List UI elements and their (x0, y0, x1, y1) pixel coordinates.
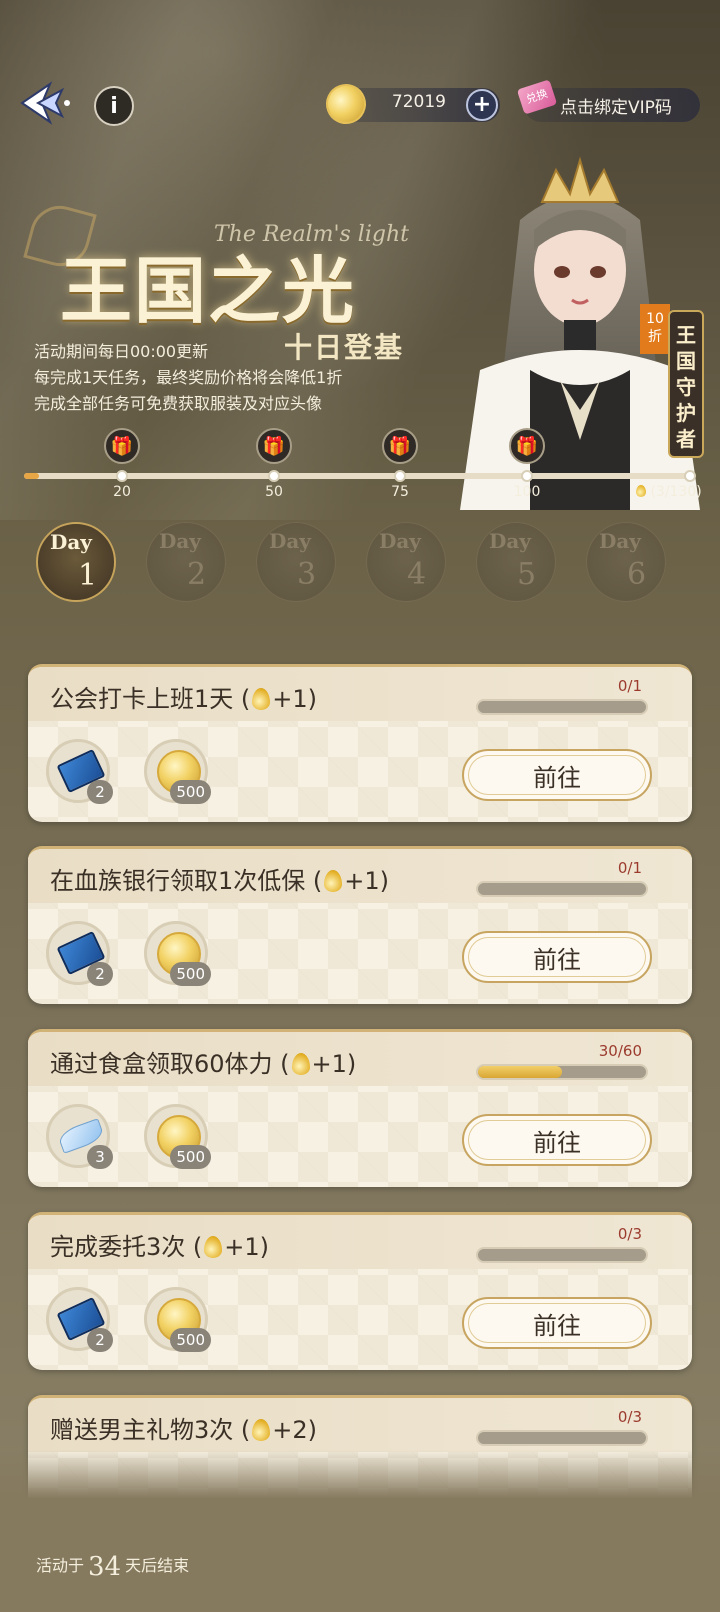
reward-item[interactable]: 2 (46, 739, 113, 804)
milestone-gift-icon[interactable]: 🎁 (509, 428, 545, 464)
drop-icon (636, 485, 646, 497)
milestone-dot (268, 470, 280, 482)
task-count: 0/3 (617, 1225, 642, 1243)
add-coins-button[interactable]: + (466, 89, 498, 121)
outfit-title-badge[interactable]: 王国守护者 (668, 310, 704, 458)
milestone-label: 20 (113, 484, 131, 500)
task-count: 30/60 (598, 1042, 642, 1060)
event-desc-line: 活动期间每日00:00更新 (34, 342, 209, 361)
go-button[interactable]: 前往 (462, 931, 652, 983)
milestone-label: 50 (265, 484, 283, 500)
day-number: 5 (517, 557, 537, 592)
reward-item[interactable]: 500 (144, 739, 211, 804)
day-number: 6 (627, 557, 647, 592)
back-arrow-icon[interactable] (20, 80, 74, 126)
milestone-dot (684, 470, 696, 482)
task-count: 0/1 (617, 859, 642, 877)
task-progress-bar (476, 1064, 648, 1080)
event-subtitle: 十日登基 (284, 331, 405, 364)
event-desc-line: 完成全部任务可免费获取服装及对应头像 (34, 394, 323, 413)
reward-item[interactable]: 500 (144, 1104, 211, 1169)
task-progress-bar (476, 881, 648, 897)
discount-badge: 10折 (640, 304, 670, 354)
milestone-gift-icon[interactable]: 🎁 (256, 428, 292, 464)
task-progress-fill (478, 1066, 562, 1078)
drop-icon (252, 1419, 271, 1441)
task-card: 公会打卡上班1天 (+1) 0/1 2 500 前往 (28, 664, 692, 822)
task-count: 0/3 (617, 1408, 642, 1426)
task-progress-bar (476, 1430, 648, 1446)
task-card: 通过食盒领取60体力 (+1) 30/60 3 500 前往 (28, 1029, 692, 1187)
reward-qty: 3 (87, 1145, 113, 1169)
go-button[interactable]: 前往 (462, 1114, 652, 1166)
vip-bind-label[interactable]: 点击绑定VIP码 (560, 93, 672, 118)
day-word: Day (269, 529, 311, 553)
tab-day-1[interactable]: Day 1 (36, 522, 116, 602)
task-title: 在血族银行领取1次低保 (+1) (50, 867, 390, 895)
reward-qty: 2 (87, 1328, 113, 1352)
event-title: 王国之光 (60, 248, 357, 333)
drop-icon (324, 870, 343, 892)
reward-qty: 2 (87, 780, 113, 804)
tab-day-3[interactable]: Day 3 (256, 522, 336, 602)
task-card: 在血族银行领取1次低保 (+1) 0/1 2 500 前往 (28, 846, 692, 1004)
event-desc-line: 每完成1天任务，最终奖励价格将会降低1折 (34, 368, 343, 387)
day-number: 4 (407, 557, 427, 592)
task-title: 完成委托3次 (+1) (50, 1233, 270, 1261)
tab-day-5[interactable]: Day 5 (476, 522, 556, 602)
progress-count-text: (3/130) (650, 484, 702, 500)
tab-day-4[interactable]: Day 4 (366, 522, 446, 602)
tab-day-2[interactable]: Day 2 (146, 522, 226, 602)
task-title: 通过食盒领取60体力 (+1) (50, 1050, 357, 1078)
reward-item[interactable]: 2 (46, 1287, 113, 1352)
milestone-label: 75 (391, 484, 409, 500)
day-word: Day (599, 529, 641, 553)
day-number: 2 (187, 557, 207, 592)
day-word: Day (159, 529, 201, 553)
milestone-dot (116, 470, 128, 482)
task-title: 赠送男主礼物3次 (+2) (50, 1416, 318, 1444)
task-title: 公会打卡上班1天 (+1) (50, 685, 318, 713)
reward-item[interactable]: 500 (144, 921, 211, 986)
task-progress-bar (476, 1247, 648, 1263)
day-word: Day (489, 529, 531, 553)
milestone-gift-icon[interactable]: 🎁 (382, 428, 418, 464)
milestone-progress-fill (24, 473, 40, 479)
drop-icon (252, 688, 271, 710)
tab-day-6[interactable]: Day 6 (586, 522, 666, 602)
milestone-label: 100 (513, 484, 541, 500)
reward-qty: 500 (170, 780, 211, 804)
milestone-dot (521, 470, 533, 482)
coin-amount: 72019 (391, 92, 446, 112)
drop-icon (291, 1053, 310, 1075)
reward-item[interactable]: 2 (46, 921, 113, 986)
info-button[interactable]: i (94, 86, 134, 126)
reward-item[interactable]: 500 (144, 1287, 211, 1352)
task-progress-bar (476, 699, 648, 715)
reward-qty: 500 (170, 1145, 211, 1169)
task-count: 0/1 (617, 677, 642, 695)
go-button[interactable]: 前往 (462, 749, 652, 801)
list-fade-overlay (0, 1450, 720, 1612)
day-word: Day (379, 529, 421, 553)
day-number: 1 (78, 558, 98, 593)
task-card: 完成委托3次 (+1) 0/3 2 500 前往 (28, 1212, 692, 1370)
drop-icon (204, 1236, 223, 1258)
reward-qty: 500 (170, 1328, 211, 1352)
reward-qty: 2 (87, 962, 113, 986)
day-word: Day (50, 530, 92, 554)
reward-qty: 500 (170, 962, 211, 986)
reward-item[interactable]: 3 (46, 1104, 113, 1169)
milestone-dot (394, 470, 406, 482)
go-button[interactable]: 前往 (462, 1297, 652, 1349)
event-countdown: 活动于 34 天后结束 (36, 1552, 190, 1582)
milestone-gift-icon[interactable]: 🎁 (104, 428, 140, 464)
day-number: 3 (297, 557, 317, 592)
progress-count: (3/130) (636, 484, 702, 500)
